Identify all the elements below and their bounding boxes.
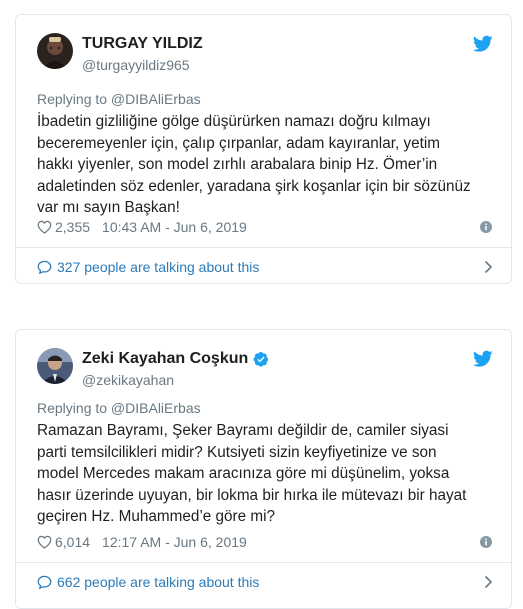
talking-text: 662 people are talking about this [57, 574, 260, 590]
author-handle[interactable]: @zekikayahan [82, 372, 174, 388]
tweet-timestamp[interactable]: 12:17 AM - Jun 6, 2019 [102, 534, 247, 550]
divider [16, 562, 511, 563]
tweet-card: TURGAY YILDIZ @turgayyildiz965 Replying … [15, 14, 512, 284]
avatar[interactable] [37, 33, 73, 69]
twitter-bird-icon[interactable] [473, 350, 493, 368]
talking-link[interactable]: 662 people are talking about this [37, 574, 493, 590]
heart-icon[interactable] [37, 220, 52, 234]
tweet-timestamp[interactable]: 10:43 AM - Jun 6, 2019 [102, 219, 247, 235]
chevron-right-icon [484, 575, 493, 589]
author-name[interactable]: Zeki Kayahan Coşkun [82, 350, 248, 368]
tweet-meta: 6,014 12:17 AM - Jun 6, 2019 [37, 534, 492, 550]
avatar[interactable] [37, 348, 73, 384]
reply-context[interactable]: Replying to @DIBAliErbas [37, 91, 201, 107]
like-count[interactable]: 2,355 [55, 219, 90, 235]
speech-bubble-icon [37, 260, 52, 274]
verified-badge-icon [253, 352, 269, 367]
speech-bubble-icon [37, 575, 52, 589]
tweet-text: İbadetin gizliliğine gölge düşürürken na… [37, 113, 471, 217]
info-icon[interactable] [480, 536, 492, 548]
reply-context[interactable]: Replying to @DIBAliErbas [37, 400, 201, 416]
heart-icon[interactable] [37, 535, 52, 549]
talking-link[interactable]: 327 people are talking about this [37, 259, 493, 275]
tweet-text: Ramazan Bayramı, Şeker Bayramı değildir … [37, 422, 467, 526]
tweet-card: Zeki Kayahan Coşkun @zekikayahan Replyin… [15, 329, 512, 609]
talking-text: 327 people are talking about this [57, 259, 260, 275]
info-icon[interactable] [480, 221, 492, 233]
chevron-right-icon [484, 260, 493, 274]
author-name[interactable]: TURGAY YILDIZ [82, 35, 203, 53]
divider [16, 247, 511, 248]
like-count[interactable]: 6,014 [55, 534, 90, 550]
tweet-meta: 2,355 10:43 AM - Jun 6, 2019 [37, 219, 492, 235]
twitter-bird-icon[interactable] [473, 35, 493, 53]
author-handle[interactable]: @turgayyildiz965 [82, 57, 190, 73]
